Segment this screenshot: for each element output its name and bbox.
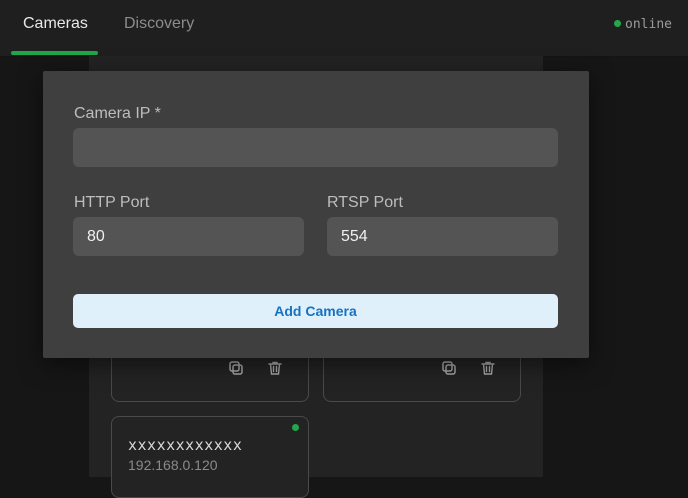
- status-label: online: [625, 17, 672, 32]
- camera-name: xxxxxxxxxxxx: [128, 436, 243, 454]
- active-tab-indicator: [11, 51, 98, 55]
- trash-icon[interactable]: [480, 360, 496, 380]
- camera-ip: 192.168.0.120: [128, 457, 218, 473]
- add-camera-button[interactable]: Add Camera: [73, 294, 558, 328]
- camera-ip-input[interactable]: [73, 128, 558, 167]
- camera-ip-label: Camera IP *: [74, 105, 161, 122]
- copy-icon[interactable]: [228, 360, 244, 380]
- tab-cameras[interactable]: Cameras: [23, 0, 88, 56]
- connection-status: online: [614, 17, 672, 32]
- http-port-label: HTTP Port: [74, 194, 150, 211]
- http-port-input[interactable]: [73, 217, 304, 256]
- add-camera-modal: Camera IP * HTTP Port RTSP Port Add Came…: [43, 71, 589, 358]
- rtsp-port-input[interactable]: [327, 217, 558, 256]
- camera-card[interactable]: xxxxxxxxxxxx 192.168.0.120: [111, 416, 309, 498]
- rtsp-port-label: RTSP Port: [327, 194, 403, 211]
- online-dot-icon: [292, 424, 299, 431]
- trash-icon[interactable]: [267, 360, 283, 380]
- status-dot-icon: [614, 20, 622, 27]
- top-bar: Cameras Discovery online: [0, 0, 688, 57]
- tab-discovery[interactable]: Discovery: [124, 0, 194, 56]
- copy-icon[interactable]: [441, 360, 457, 380]
